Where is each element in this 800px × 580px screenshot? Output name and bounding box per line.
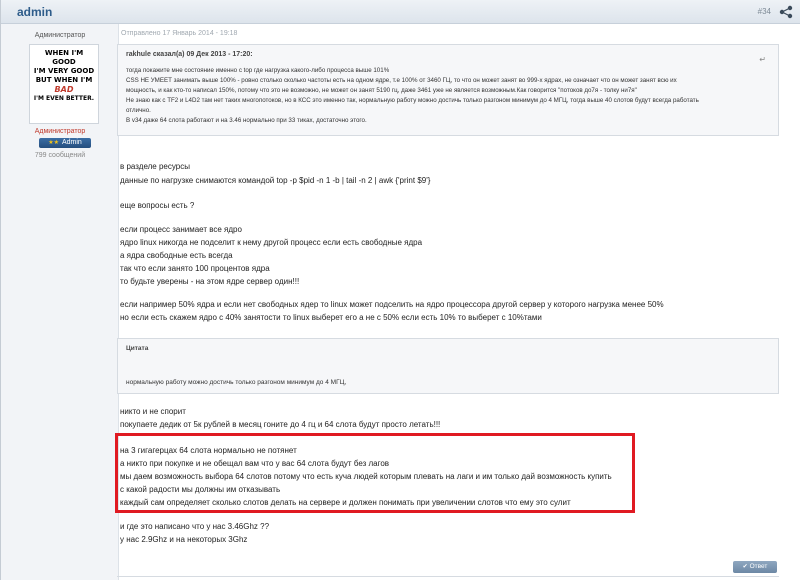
check-icon: ✔ (742, 564, 748, 570)
quote-line: В v34 даже 64 слота работают и на 3.46 н… (126, 117, 367, 124)
quote-block: Цитата нормальную работу можно достичь т… (117, 338, 779, 394)
role-badge-label: Admin (61, 139, 82, 146)
post-text-line: никто и не спорит (120, 407, 186, 416)
reply-button[interactable]: ✔ Ответ (733, 561, 777, 573)
post-text-line: еще вопросы есть ? (120, 201, 195, 210)
post-text-line: и где это написано что у нас 3.46Ghz ?? (120, 522, 270, 531)
post-text-line: у нас 2.9Ghz и на некоторых 3Ghz (120, 535, 248, 544)
star-icons: ★★ (48, 140, 59, 146)
post-text-line: в разделе ресурсы (120, 162, 190, 171)
avatar[interactable]: WHEN I'M GOOD I'M VERY GOOD BUT WHEN I'M… (29, 44, 99, 124)
post-text-line: а ядра свободные есть всегда (120, 251, 233, 260)
forum-post: admin #34 Администратор WHEN I'M GOOD I'… (0, 0, 800, 580)
quote-line: нормальную работу можно достичь только р… (126, 379, 347, 386)
user-title: Администратор (34, 32, 86, 39)
share-icon[interactable] (779, 5, 793, 19)
avatar-text-line: WHEN I'M GOOD (44, 49, 84, 66)
post-text-line: данные по нагрузке снимаются командой to… (120, 176, 431, 185)
divider (117, 576, 779, 577)
post-text-line: так что если занято 100 процентов ядра (120, 264, 270, 273)
avatar-text-line: I'M EVEN BETTER. (33, 95, 95, 102)
user-role: Администратор (34, 128, 86, 135)
post-text-line: покупаете дедик от 5к рублей в месяц гон… (120, 420, 441, 429)
role-badge: ★★ Admin (39, 138, 91, 148)
quote-line: мощность, и как кто-то написал 150%, пот… (126, 87, 637, 94)
post-date: Отправлено 17 Январь 2014 - 19:18 (121, 30, 238, 37)
quote-line: отлично. (126, 107, 151, 114)
post-author-link[interactable]: admin (17, 5, 52, 19)
post-text-line: если например 50% ядра и если нет свобод… (120, 300, 664, 309)
avatar-text-line: I'M VERY GOOD (33, 67, 95, 75)
quote-block: rakhule сказал(а) 09 Дек 2013 - 17:20: ↵… (117, 44, 779, 136)
post-text-line: то будьте уверены - на этом ядре сервер … (120, 277, 300, 286)
avatar-text-line: BAD (54, 85, 74, 94)
quote-header: Цитата (126, 345, 149, 352)
post-number-link[interactable]: #34 (758, 7, 771, 16)
quote-line: CSS НЕ УМЕЕТ занимать выше 100% - ровно … (126, 77, 677, 84)
quote-header: rakhule сказал(а) 09 Дек 2013 - 17:20: (126, 51, 253, 58)
message-count: 799 сообщений (34, 152, 86, 159)
post-text-line: ядро linux никогда не подселит к нему др… (120, 238, 423, 247)
reply-button-label: Ответ (749, 563, 768, 570)
red-highlight-frame (115, 433, 635, 513)
post-text-line: если процесс занимает все ядро (120, 225, 242, 234)
avatar-text-line: BUT WHEN I'M (35, 76, 93, 84)
quote-jump-icon[interactable]: ↵ (759, 55, 766, 64)
post-text-line: но если есть скажем ядро с 40% занятости… (120, 313, 542, 322)
quote-line: тогда покажите мне состояние именно с to… (126, 67, 390, 74)
user-info-column: Администратор WHEN I'M GOOD I'M VERY GOO… (1, 24, 119, 580)
quote-line: Не знаю как с TF2 и L4D2 там нет таких м… (126, 97, 699, 104)
post-header: admin #34 (1, 0, 800, 24)
